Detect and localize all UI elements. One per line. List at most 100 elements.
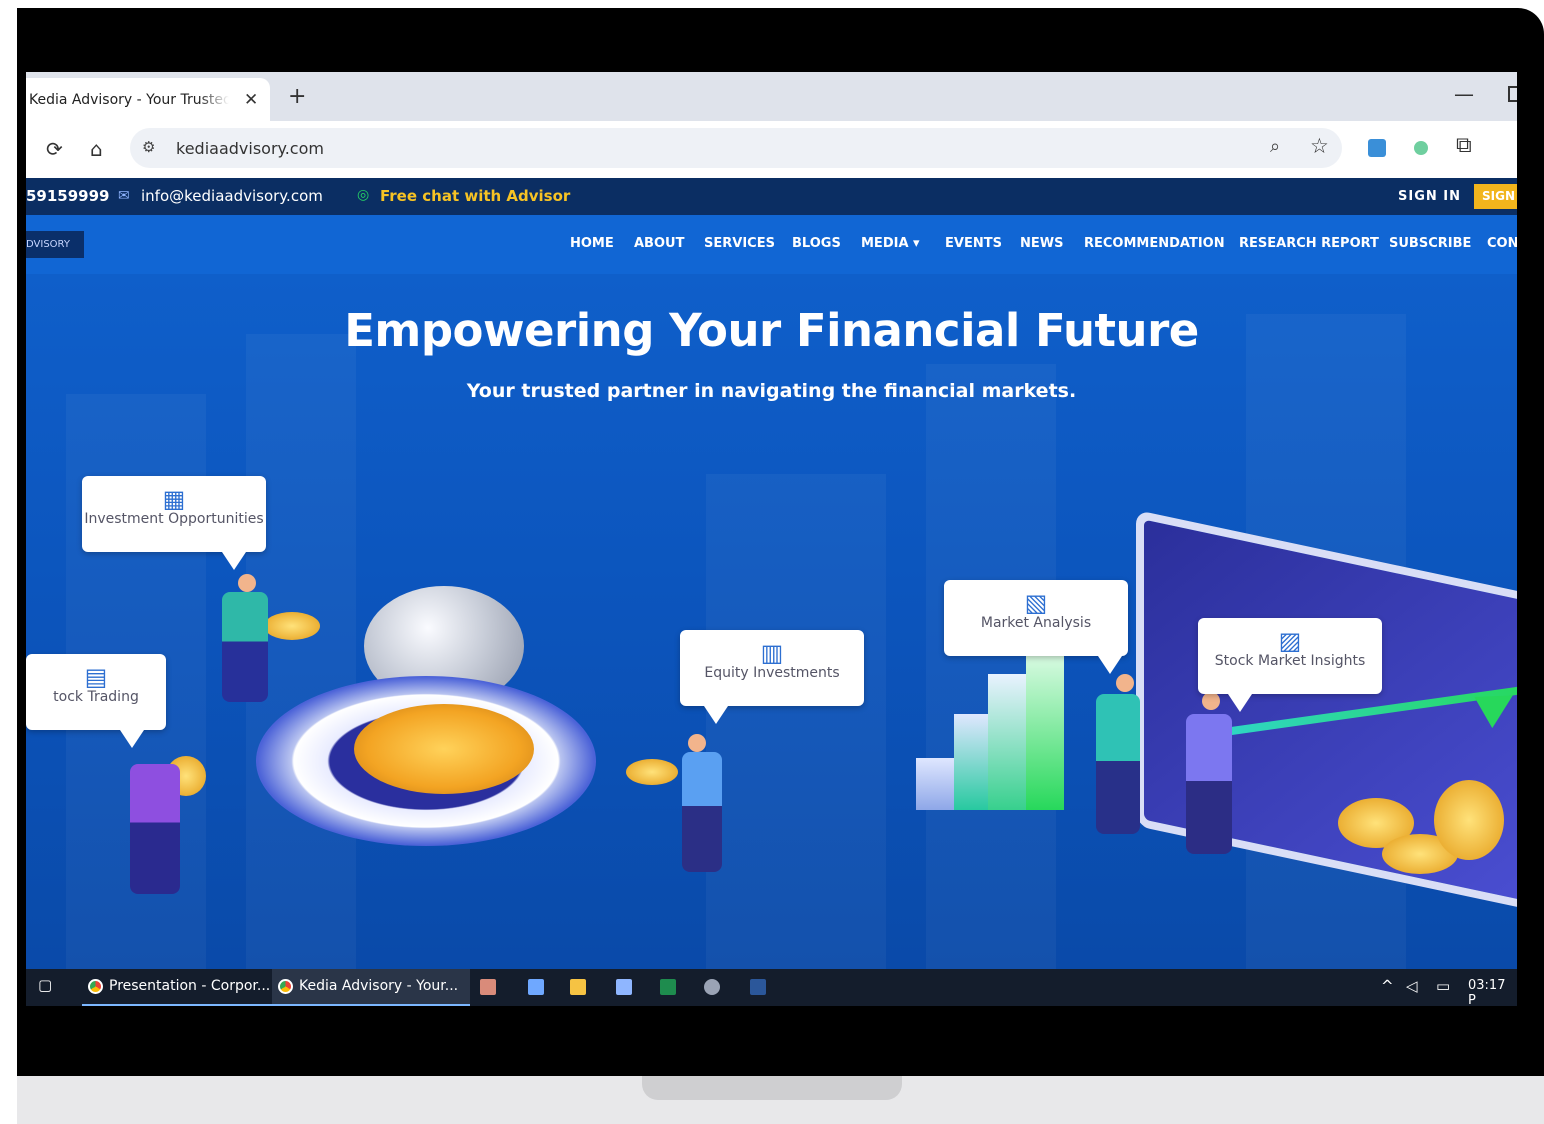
site-settings-icon[interactable]: ⚙ xyxy=(142,138,155,156)
url-text[interactable]: kediaadvisory.com xyxy=(176,139,324,158)
clock[interactable]: 03:17 P xyxy=(1468,978,1517,1006)
sign-up-button[interactable]: SIGN xyxy=(1474,184,1517,209)
app-icon[interactable] xyxy=(704,979,720,995)
whatsapp-icon: ◎ xyxy=(357,187,370,203)
phone-number[interactable]: 59159999 xyxy=(26,187,110,205)
new-tab-button[interactable]: + xyxy=(288,84,306,109)
nav-services[interactable]: SERVICES xyxy=(704,236,775,251)
bubble-tail xyxy=(222,552,246,570)
person-illustration xyxy=(130,764,180,894)
tab-title: Kedia Advisory - Your Trusted S xyxy=(29,92,229,108)
screen: Kedia Advisory - Your Trusted S ✕ + — ⟳ … xyxy=(26,72,1517,1006)
nav-research-report[interactable]: RESEARCH REPORT xyxy=(1239,236,1379,251)
task-view-icon[interactable]: ▢ xyxy=(38,976,52,994)
coin-pile-illustration xyxy=(354,704,534,794)
hero-section: Empowering Your Financial Future Your tr… xyxy=(26,274,1517,969)
equity-investments-label: Equity Investments xyxy=(704,665,840,681)
site-logo[interactable]: DVISORY xyxy=(26,231,84,258)
extension-icon[interactable] xyxy=(1368,139,1386,157)
tab-close-icon[interactable]: ✕ xyxy=(244,90,258,110)
restore-icon[interactable] xyxy=(1508,86,1517,102)
bubble-tail xyxy=(704,706,728,724)
task-indicator xyxy=(82,1004,298,1006)
trading-icon: ▤ xyxy=(84,663,108,691)
bar-illustration xyxy=(1026,634,1064,810)
network-icon[interactable]: ▭ xyxy=(1436,977,1450,995)
nav-contact[interactable]: CON xyxy=(1487,236,1517,251)
investment-icon: ▦ xyxy=(162,485,186,513)
analysis-icon: ▧ xyxy=(1024,589,1048,617)
app-icon[interactable] xyxy=(528,979,544,995)
person-head xyxy=(238,574,256,592)
nav-home[interactable]: HOME xyxy=(570,236,614,251)
bar-illustration xyxy=(988,674,1026,810)
email-link[interactable]: info@kediaadvisory.com xyxy=(141,187,323,205)
free-chat-link[interactable]: Free chat with Advisor xyxy=(380,187,570,205)
mail-icon: ✉ xyxy=(118,188,130,204)
nav-events[interactable]: EVENTS xyxy=(945,236,1002,251)
nav-media[interactable]: MEDIA ▾ xyxy=(861,236,920,251)
person-illustration xyxy=(682,752,722,872)
home-icon[interactable]: ⌂ xyxy=(90,137,103,161)
task-indicator xyxy=(272,1004,470,1006)
reload-icon[interactable]: ⟳ xyxy=(46,137,63,161)
minimize-button[interactable]: — xyxy=(1454,82,1474,106)
nav-subscribe[interactable]: SUBSCRIBE xyxy=(1389,236,1471,251)
browser-toolbar: ⟳ ⌂ ⚙ kediaadvisory.com ⌕ ☆ ⧉ xyxy=(26,121,1517,178)
taskbar-presentation-label: Presentation - Corpor... xyxy=(109,978,271,994)
person-illustration xyxy=(222,592,268,702)
nav-recommendation[interactable]: RECOMMENDATION xyxy=(1084,236,1225,251)
word-icon[interactable] xyxy=(750,979,766,995)
laptop-notch xyxy=(642,1076,902,1100)
tray-up-arrow-icon[interactable]: ^ xyxy=(1381,977,1394,995)
bubble-tail xyxy=(1098,656,1122,674)
main-nav: DVISORY HOME ABOUT SERVICES BLOGS MEDIA … xyxy=(26,215,1517,274)
stock-trading-label: tock Trading xyxy=(53,689,139,705)
taskbar-presentation[interactable]: Presentation - Corpor... xyxy=(82,969,298,1006)
stock-market-insights-card: ▨ Stock Market Insights xyxy=(1198,618,1382,712)
extension-icon-2[interactable] xyxy=(1414,141,1428,155)
address-bar[interactable]: ⚙ kediaadvisory.com ⌕ ☆ xyxy=(130,128,1342,168)
bubble-tail xyxy=(120,730,144,748)
stock-trading-card: ▤ tock Trading xyxy=(26,654,166,748)
chrome-icon xyxy=(278,978,293,994)
browser-tab[interactable]: Kedia Advisory - Your Trusted S ✕ xyxy=(26,78,270,121)
stock-market-insights-label: Stock Market Insights xyxy=(1214,653,1366,669)
investment-opportunities-card: ▦ Investment Opportunities xyxy=(82,476,266,570)
zoom-icon[interactable]: ⌕ xyxy=(1270,136,1280,157)
bar-illustration xyxy=(954,714,990,810)
app-icon[interactable] xyxy=(616,979,632,995)
nav-about[interactable]: ABOUT xyxy=(634,236,684,251)
businessman-illustration xyxy=(1186,714,1232,854)
browser-tab-strip: Kedia Advisory - Your Trusted S ✕ + — xyxy=(26,72,1517,121)
bubble-tail xyxy=(1228,694,1252,712)
site-top-bar: 59159999 ✉ info@kediaadvisory.com ◎ Free… xyxy=(26,178,1517,215)
hero-title: Empowering Your Financial Future xyxy=(344,304,1199,357)
chrome-icon xyxy=(88,978,103,994)
bar-illustration xyxy=(916,758,956,810)
market-analysis-card: ▧ Market Analysis xyxy=(944,580,1128,674)
taskbar-kedia-label: Kedia Advisory - Your... xyxy=(299,978,459,994)
person-head xyxy=(1202,692,1220,710)
extensions-puzzle-icon[interactable]: ⧉ xyxy=(1456,133,1472,158)
taskbar-kedia-advisory[interactable]: Kedia Advisory - Your... xyxy=(272,969,470,1006)
market-analysis-label: Market Analysis xyxy=(980,615,1092,631)
excel-icon[interactable] xyxy=(660,979,676,995)
bookmark-star-icon[interactable]: ☆ xyxy=(1310,134,1329,158)
nav-news[interactable]: NEWS xyxy=(1020,236,1063,251)
coin-illustration xyxy=(264,612,320,640)
person-head xyxy=(1116,674,1134,692)
nav-blogs[interactable]: BLOGS xyxy=(792,236,841,251)
insights-icon: ▨ xyxy=(1278,627,1302,655)
coin-stack-illustration xyxy=(1434,780,1504,860)
speaker-icon[interactable]: ◁ xyxy=(1406,977,1418,995)
businessman-illustration xyxy=(1096,694,1140,834)
equity-icon: ▥ xyxy=(760,639,784,667)
file-explorer-icon[interactable] xyxy=(570,979,586,995)
sign-in-link[interactable]: SIGN IN xyxy=(1398,189,1461,204)
background-building xyxy=(706,474,886,969)
app-icon[interactable] xyxy=(480,979,496,995)
investment-opportunities-label: Investment Opportunities xyxy=(84,511,264,527)
coin-illustration xyxy=(626,759,678,785)
os-taskbar: ▢ Presentation - Corpor... Kedia Advisor… xyxy=(26,969,1517,1006)
